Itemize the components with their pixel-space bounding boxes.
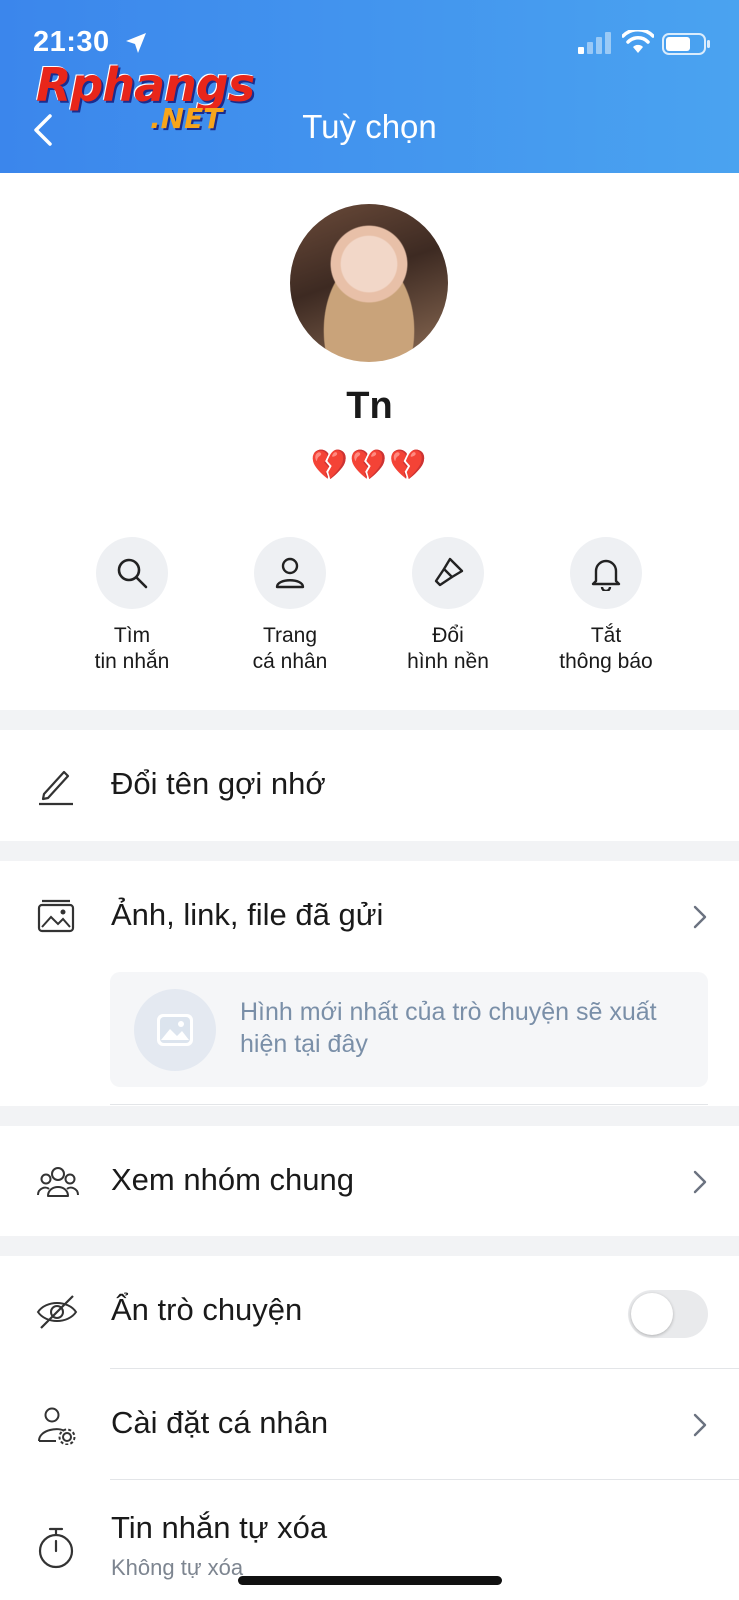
status-time: 21:30 xyxy=(33,26,110,58)
action-circle xyxy=(96,537,168,609)
profile-name: Tn xyxy=(346,385,393,427)
rename-row[interactable]: Đổi tên gợi nhớ xyxy=(0,730,739,841)
section-separator xyxy=(0,841,739,861)
page-title: Tuỳ chọn xyxy=(302,108,437,145)
auto-delete-label: Tin nhắn tự xóa xyxy=(111,1510,328,1545)
action-circle xyxy=(570,537,642,609)
divider xyxy=(110,1104,708,1105)
cellular-signal-icon xyxy=(578,32,611,54)
search-icon xyxy=(117,558,148,589)
common-groups-row[interactable]: Xem nhóm chung xyxy=(0,1126,739,1236)
media-placeholder: Hình mới nhất của trò chuyện sẽ xuất hiệ… xyxy=(110,972,708,1087)
chevron-right-icon xyxy=(693,1170,707,1194)
profile-status: 💔💔💔 xyxy=(310,449,429,482)
search-messages-button[interactable]: Tìm tin nhắn xyxy=(52,537,212,675)
common-groups-label: Xem nhóm chung xyxy=(111,1162,354,1197)
screen: 21:30 Rphangs .NET Tuỳ chọn Tn 💔💔💔 Tìm t… xyxy=(0,0,739,1600)
user-icon xyxy=(275,557,305,589)
media-files-label: Ảnh, link, file đã gửi xyxy=(111,897,384,932)
avatar[interactable] xyxy=(290,204,448,362)
image-icon xyxy=(157,1014,193,1046)
personal-settings-row[interactable]: Cài đặt cá nhân xyxy=(0,1369,739,1479)
header-bar: 21:30 Rphangs .NET Tuỳ chọn xyxy=(0,0,739,173)
eye-off-icon xyxy=(36,1295,78,1329)
action-label: Tắt thông báo xyxy=(559,624,653,673)
change-background-button[interactable]: Đổi hình nền xyxy=(368,537,528,675)
hide-chat-label: Ẩn trò chuyện xyxy=(111,1292,303,1327)
user-settings-icon xyxy=(38,1407,76,1445)
paint-brush-icon xyxy=(434,557,464,587)
home-indicator xyxy=(238,1576,502,1585)
rename-label: Đổi tên gợi nhớ xyxy=(111,766,326,801)
toggle-knob xyxy=(631,1293,673,1335)
chevron-right-icon xyxy=(693,905,707,929)
auto-delete-value: Không tự xóa xyxy=(111,1555,244,1580)
battery-icon xyxy=(662,33,710,55)
action-circle xyxy=(254,537,326,609)
location-arrow-icon xyxy=(126,33,146,53)
media-files-row[interactable]: Ảnh, link, file đã gửi xyxy=(0,861,739,967)
image-folder-icon xyxy=(37,899,75,933)
bell-icon xyxy=(591,559,621,591)
action-label: Trang cá nhân xyxy=(252,624,328,673)
section-separator xyxy=(0,1236,739,1256)
action-circle xyxy=(412,537,484,609)
mute-notifications-button[interactable]: Tắt thông báo xyxy=(526,537,686,675)
placeholder-icon-wrap xyxy=(134,989,216,1071)
section-separator xyxy=(0,1106,739,1126)
chevron-right-icon xyxy=(693,1413,707,1437)
timer-icon xyxy=(38,1527,74,1569)
group-icon xyxy=(37,1167,79,1197)
personal-settings-label: Cài đặt cá nhân xyxy=(111,1405,329,1440)
wifi-icon xyxy=(622,30,654,53)
placeholder-text: Hình mới nhất của trò chuyện sẽ xuất hiệ… xyxy=(240,998,657,1058)
section-separator xyxy=(0,710,739,730)
action-label: Đổi hình nền xyxy=(407,624,489,673)
profile-page-button[interactable]: Trang cá nhân xyxy=(210,537,370,675)
action-label: Tìm tin nhắn xyxy=(94,624,170,673)
hide-chat-toggle[interactable] xyxy=(628,1290,708,1338)
pencil-icon xyxy=(39,770,73,806)
